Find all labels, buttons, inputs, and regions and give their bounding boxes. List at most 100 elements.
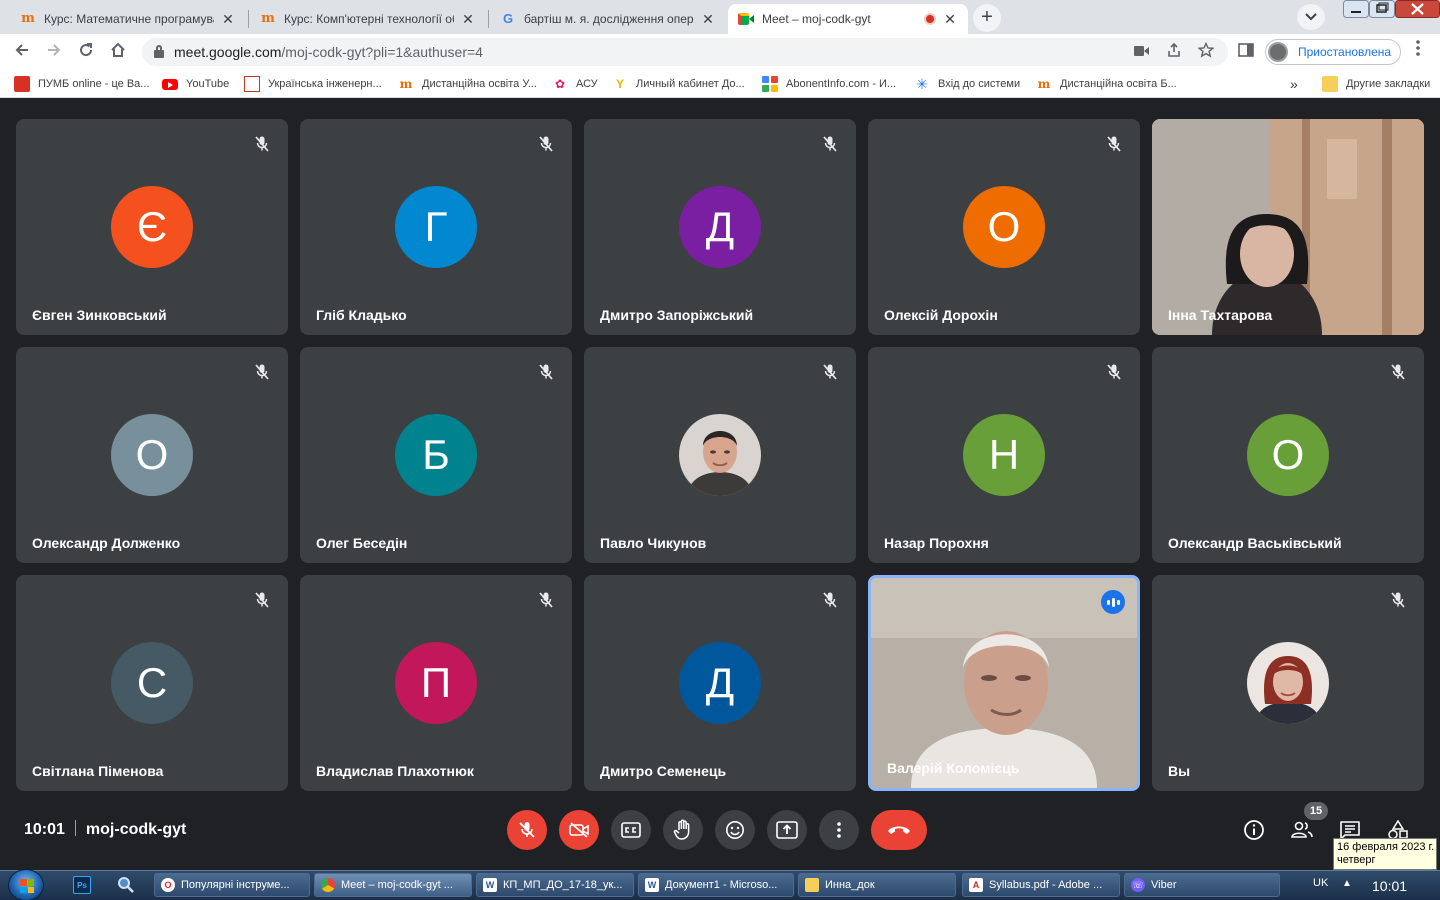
maximize-window-button[interactable] [1369, 0, 1395, 18]
participant-tile[interactable]: О Олексій Дорохін [868, 119, 1140, 335]
url-path: /moj-codk-gyt?pli=1&authuser=4 [281, 44, 483, 60]
participant-video [1152, 119, 1424, 335]
tab-math-programming[interactable]: m Курс: Математичне програмування ✕ [10, 4, 246, 34]
reactions-button[interactable] [715, 810, 755, 850]
bookmarks-overflow-button[interactable]: » [1290, 76, 1298, 92]
forward-button[interactable] [40, 38, 68, 66]
home-button[interactable] [104, 38, 132, 66]
participant-tile[interactable]: Інна Тахтарова [1152, 119, 1424, 335]
participant-tile[interactable]: Б Олег Беседін [300, 347, 572, 563]
word-icon: W [645, 878, 659, 892]
bookmark-uia[interactable]: Українська інженерн... [244, 76, 382, 92]
muted-mic-icon [252, 134, 272, 154]
bookmark-pumb[interactable]: ПУМБ online - це Ва... [14, 76, 149, 92]
start-button[interactable] [8, 869, 44, 900]
captions-button[interactable] [611, 810, 651, 850]
taskbar-label: Документ1 - Microso... [665, 879, 778, 891]
reload-button[interactable] [72, 38, 100, 66]
tab-search-button[interactable] [1297, 4, 1325, 30]
taskbar-word-doc1[interactable]: W Документ1 - Microso... [638, 873, 794, 897]
participant-tile[interactable]: Павло Чикунов [584, 347, 856, 563]
taskbar-opera[interactable]: O Популярні інструме... [154, 873, 310, 897]
participant-tile[interactable]: Г Гліб Кладько [300, 119, 572, 335]
minimize-window-button[interactable] [1343, 0, 1369, 18]
url-text[interactable]: meet.google.com/moj-codk-gyt?pli=1&authu… [174, 44, 483, 60]
new-tab-button[interactable]: + [973, 4, 1001, 32]
raise-hand-button[interactable] [663, 810, 703, 850]
abonentinfo-icon [762, 76, 778, 92]
participant-avatar: О [111, 414, 193, 496]
muted-mic-icon [536, 362, 556, 382]
taskbar-word-kp[interactable]: W КП_МП_ДО_17-18_ук... [476, 873, 634, 897]
bookmark-youtube[interactable]: YouTube [162, 76, 229, 92]
participant-tile[interactable]: Н Назар Порохня [868, 347, 1140, 563]
camera-in-use-button[interactable] [1132, 42, 1152, 62]
taskbar-adobe[interactable]: A Syllabus.pdf - Adobe ... [962, 873, 1120, 897]
bookmark-abonentinfo[interactable]: AbonentInfo.com - И... [762, 76, 896, 92]
back-button[interactable] [8, 38, 36, 66]
taskbar-viber[interactable]: ☏ Viber [1124, 873, 1280, 897]
taskbar-clock[interactable]: 10:01 [1372, 878, 1407, 894]
tab-close-icon[interactable]: ✕ [700, 11, 716, 28]
present-screen-button[interactable] [767, 810, 807, 850]
people-button[interactable] [1290, 818, 1314, 842]
participant-name: Олександр Долженко [32, 535, 181, 551]
more-options-button[interactable] [819, 810, 859, 850]
leave-call-button[interactable] [871, 810, 927, 850]
meeting-details-button[interactable] [1242, 818, 1266, 842]
participant-name: Євген Зинковський [32, 307, 167, 323]
taskbar-label: Инна_док [825, 879, 875, 891]
magnifier-icon [118, 877, 134, 893]
participant-avatar: Б [395, 414, 477, 496]
bookmark-distance-b[interactable]: m Дистанційна освіта Б... [1036, 76, 1177, 92]
camera-off-icon [569, 822, 589, 838]
tab-close-icon[interactable]: ✕ [220, 11, 236, 28]
meeting-code[interactable]: moj-codk-gyt [86, 821, 186, 838]
meet-icon [738, 13, 754, 25]
camera-toggle-button[interactable] [559, 810, 599, 850]
bookmark-star-button[interactable] [1196, 41, 1216, 62]
participant-tile[interactable]: Д Дмитро Запоріжський [584, 119, 856, 335]
participant-name: Владислав Плахотнюк [316, 763, 474, 779]
info-icon [1244, 820, 1264, 840]
participant-tile[interactable]: П Владислав Плахотнюк [300, 575, 572, 791]
participant-tile[interactable]: Вы [1152, 575, 1424, 791]
lock-icon[interactable] [154, 45, 164, 58]
camera-icon [1134, 46, 1149, 56]
more-vert-icon [837, 822, 841, 838]
other-bookmarks-button[interactable]: Другие закладки [1322, 76, 1430, 92]
close-window-button[interactable] [1395, 0, 1440, 18]
participant-name: Назар Порохня [884, 535, 989, 551]
moodle-icon: m [399, 77, 413, 91]
taskbar-label: КП_МП_ДО_17-18_ук... [503, 879, 623, 891]
participant-tile[interactable]: Д Дмитро Семенець [584, 575, 856, 791]
tab-computer-technologies[interactable]: m Курс: Комп'ютерні технології обробки ✕ [250, 4, 486, 34]
participant-tile[interactable]: О Олександр Долженко [16, 347, 288, 563]
browser-menu-button[interactable] [1410, 40, 1426, 64]
search-tool-icon[interactable] [117, 876, 135, 894]
language-indicator[interactable]: UK [1313, 877, 1328, 889]
mic-toggle-button[interactable] [507, 810, 547, 850]
side-panel-button[interactable] [1236, 42, 1256, 62]
bookmark-login[interactable]: ✳ Вхід до системи [914, 76, 1020, 92]
share-icon [1168, 42, 1180, 57]
tab-close-icon[interactable]: ✕ [942, 11, 958, 28]
tray-expand-icon[interactable]: ▲ [1342, 878, 1352, 889]
cabinet-icon: Y [615, 77, 624, 91]
profile-button[interactable]: Приостановлена [1265, 39, 1401, 65]
participant-tile[interactable]: Є Євген Зинковський [16, 119, 288, 335]
photoshop-icon[interactable]: Ps [73, 876, 91, 894]
share-button[interactable] [1164, 42, 1184, 62]
bookmark-asu[interactable]: ✿ АСУ [552, 76, 598, 92]
bookmark-distance-u[interactable]: m Дистанційна освіта У... [398, 76, 537, 92]
taskbar-folder[interactable]: Инна_док [798, 873, 956, 897]
tab-google-search[interactable]: G бартіш м. я. дослідження операцій ✕ [490, 4, 726, 34]
avatar [1268, 42, 1288, 62]
participant-tile[interactable]: О Олександр Васьківський [1152, 347, 1424, 563]
tab-meet-active[interactable]: Meet – moj-codk-gyt ✕ [728, 4, 968, 34]
taskbar-chrome[interactable]: Meet – moj-codk-gyt ... [314, 873, 472, 897]
participant-tile[interactable]: Валерій Коломієць [868, 575, 1140, 791]
bookmark-cabinet[interactable]: Y Личный кабинет До... [612, 76, 745, 92]
participant-tile[interactable]: С Світлана Піменова [16, 575, 288, 791]
tab-close-icon[interactable]: ✕ [460, 11, 476, 28]
